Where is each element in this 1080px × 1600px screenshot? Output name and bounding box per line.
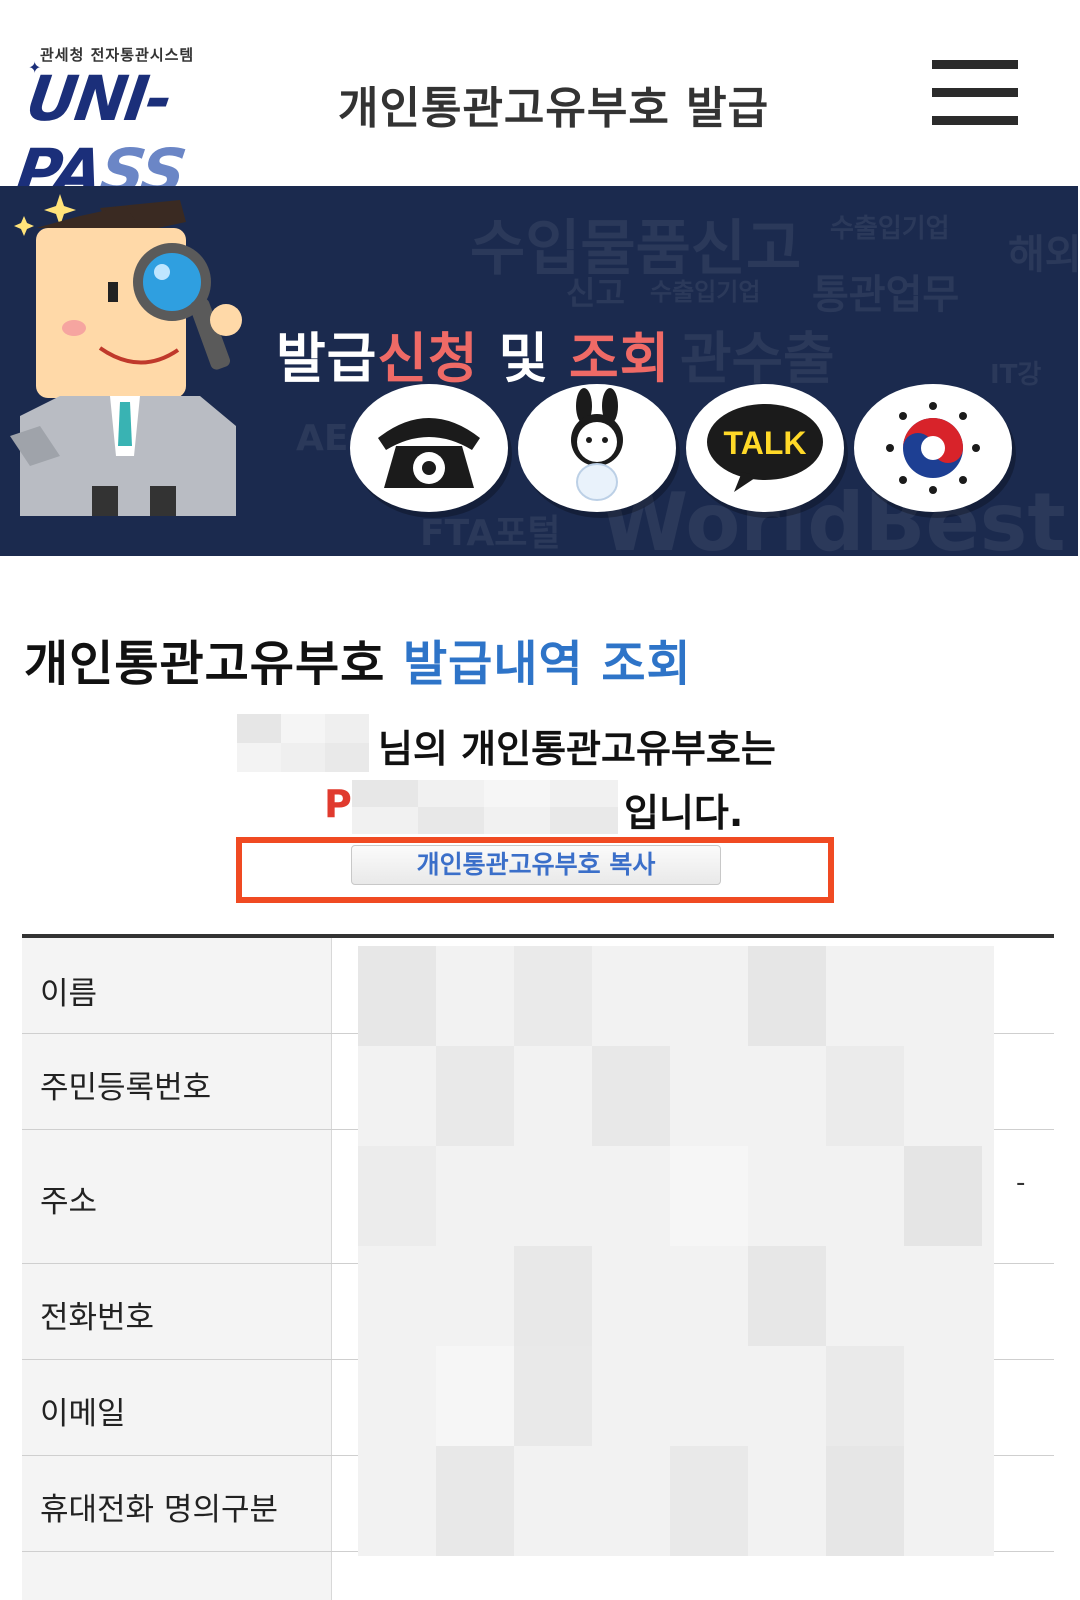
app-header: 관세청 전자통관시스템 ✦ UNI-PASS 개인통관고유부호 발급 [0, 0, 1080, 208]
banner-bg-word: 통관업무 [812, 272, 960, 318]
kakao-talk-button[interactable]: TALK [686, 384, 844, 512]
svg-text:TALK: TALK [724, 425, 807, 461]
mascot-rabbit-icon [571, 388, 623, 501]
government-emblem-icon [886, 402, 980, 494]
redacted-personal-info-mosaic [358, 946, 994, 1556]
table-header-cell: 주소 [22, 1130, 332, 1263]
row-label-rrn: 주민등록번호 [40, 1070, 212, 1106]
table-header-cell: 휴대전화 명의구분 [22, 1456, 332, 1551]
banner-bg-word: 수출입기업 [650, 278, 761, 306]
table-header-cell: 이름 [22, 938, 332, 1033]
banner-bg-word: 관수출 [680, 327, 835, 392]
page-title: 개인통관고유부호 발급 [338, 83, 770, 134]
unipass-logo[interactable]: 관세청 전자통관시스템 ✦ UNI-PASS [12, 40, 322, 208]
telephone-icon [378, 418, 480, 488]
hero-banner: 수입물품신고 수출입기업 해외 신고 수출입기업 통관업무 관수출 WorldB… [0, 186, 1078, 556]
government-emblem-button[interactable] [854, 384, 1012, 512]
redacted-code-mosaic [352, 780, 618, 834]
result-message-line2: 입니다. [624, 791, 744, 835]
banner-bg-word: 수출입기업 [830, 214, 950, 244]
result-message-line1: 님의 개인통관고유부호는 [378, 727, 776, 771]
kakao-talk-icon: TALK [707, 404, 823, 492]
section-title: 개인통관고유부호 발급내역 조회 [24, 636, 692, 692]
issuance-info-table: 이름 주민등록번호 주소 전화번호 이메일 휴대전화 명의구분 - [22, 934, 1054, 1600]
customs-code-prefix: P [324, 782, 352, 826]
phone-contact-button[interactable] [350, 384, 508, 512]
copy-customs-code-button[interactable]: 개인통관고유부호 복사 [351, 845, 721, 885]
row-label-phone: 전화번호 [40, 1300, 155, 1336]
redacted-name-mosaic [237, 714, 369, 772]
table-header-cell [22, 1552, 332, 1600]
table-header-cell: 전화번호 [22, 1264, 332, 1359]
detective-character-illustration [10, 194, 242, 516]
table-row-partial [22, 1552, 1054, 1600]
table-header-cell: 주민등록번호 [22, 1034, 332, 1129]
table-header-cell: 이메일 [22, 1360, 332, 1455]
banner-bg-word: 신고 [566, 274, 625, 312]
address-trailing-mark: - [1016, 1168, 1026, 1198]
row-label-name: 이름 [40, 976, 98, 1012]
chatbot-mascot-button[interactable] [518, 384, 676, 512]
banner-title: 발급신청 및 조회 [276, 327, 671, 390]
banner-bg-word: 해외 [1008, 232, 1078, 278]
hamburger-menu-icon[interactable] [932, 60, 1018, 128]
row-label-address: 주소 [40, 1184, 98, 1220]
row-label-email: 이메일 [40, 1396, 126, 1432]
row-label-phone-owner: 휴대전화 명의구분 [40, 1492, 279, 1528]
